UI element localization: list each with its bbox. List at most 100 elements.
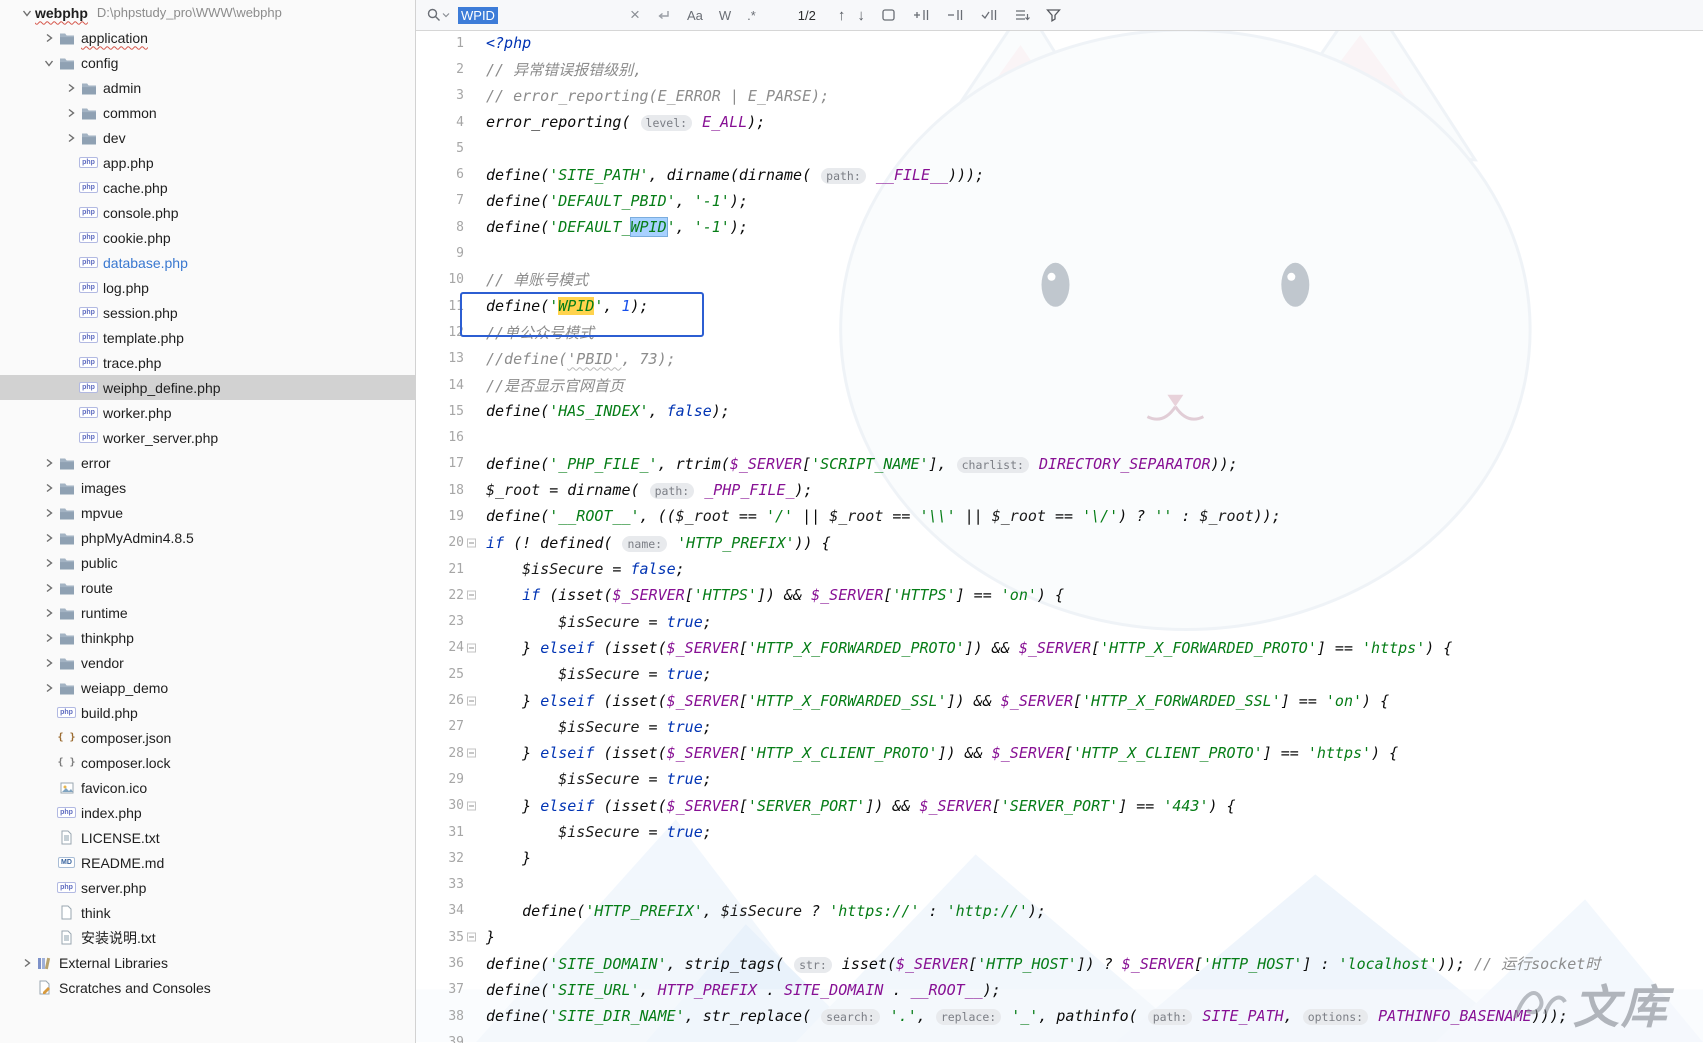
tree-item-runtime[interactable]: runtime bbox=[0, 600, 415, 625]
code-line-32[interactable]: 32 } bbox=[416, 845, 1703, 871]
code-line-3[interactable]: 3// error_reporting(E_ERROR | E_PARSE); bbox=[416, 83, 1703, 109]
tree-item-index-php[interactable]: phpindex.php bbox=[0, 800, 415, 825]
fold-marker-icon[interactable] bbox=[467, 538, 476, 547]
code-line-12[interactable]: 12//单公众号模式 bbox=[416, 319, 1703, 345]
tree-item-log-php[interactable]: phplog.php bbox=[0, 275, 415, 300]
select-all-occurrences-button[interactable] bbox=[980, 8, 998, 22]
remove-occurrence-button[interactable] bbox=[946, 8, 964, 22]
tree-item-worker-php[interactable]: phpworker.php bbox=[0, 400, 415, 425]
chevron-right-icon[interactable] bbox=[62, 82, 79, 94]
chevron-right-icon[interactable] bbox=[40, 582, 57, 594]
tree-item-readme-md[interactable]: MDREADME.md bbox=[0, 850, 415, 875]
tree-item-build-php[interactable]: phpbuild.php bbox=[0, 700, 415, 725]
fold-marker-icon[interactable] bbox=[467, 801, 476, 810]
tree-item-app-php[interactable]: phpapp.php bbox=[0, 150, 415, 175]
search-filter-icon[interactable] bbox=[1046, 8, 1061, 22]
fold-marker-icon[interactable] bbox=[467, 749, 476, 758]
chevron-right-icon[interactable] bbox=[62, 132, 79, 144]
tree-item-server-php[interactable]: phpserver.php bbox=[0, 875, 415, 900]
tree-item-config[interactable]: config bbox=[0, 50, 415, 75]
code-line-25[interactable]: 25 $isSecure = true; bbox=[416, 661, 1703, 687]
tree-item-weiapp-demo[interactable]: weiapp_demo bbox=[0, 675, 415, 700]
fold-marker-icon[interactable] bbox=[467, 696, 476, 705]
tree-item-安装说明-txt[interactable]: 安装说明.txt bbox=[0, 925, 415, 950]
fold-marker-icon[interactable] bbox=[467, 933, 476, 942]
tree-item-database-php[interactable]: phpdatabase.php bbox=[0, 250, 415, 275]
code-line-26[interactable]: 26 } elseif (isset($_SERVER['HTTP_X_FORW… bbox=[416, 687, 1703, 713]
chevron-right-icon[interactable] bbox=[40, 482, 57, 494]
code-line-38[interactable]: 38define('SITE_DIR_NAME', str_replace( s… bbox=[416, 1003, 1703, 1029]
code-line-8[interactable]: 8define('DEFAULT_WPID', '-1'); bbox=[416, 214, 1703, 240]
tree-item-license-txt[interactable]: LICENSE.txt bbox=[0, 825, 415, 850]
chevron-right-icon[interactable] bbox=[40, 557, 57, 569]
tree-item-external-libraries[interactable]: External Libraries bbox=[0, 950, 415, 975]
chevron-right-icon[interactable] bbox=[40, 457, 57, 469]
tree-item-thinkphp[interactable]: thinkphp bbox=[0, 625, 415, 650]
tree-item-error[interactable]: error bbox=[0, 450, 415, 475]
tree-item-worker-server-php[interactable]: phpworker_server.php bbox=[0, 425, 415, 450]
code-line-27[interactable]: 27 $isSecure = true; bbox=[416, 714, 1703, 740]
tree-item-session-php[interactable]: phpsession.php bbox=[0, 300, 415, 325]
code-line-29[interactable]: 29 $isSecure = true; bbox=[416, 766, 1703, 792]
code-line-31[interactable]: 31 $isSecure = true; bbox=[416, 819, 1703, 845]
code-line-10[interactable]: 10// 单账号模式 bbox=[416, 267, 1703, 293]
chevron-right-icon[interactable] bbox=[40, 32, 57, 44]
code-line-17[interactable]: 17define('_PHP_FILE_', rtrim($_SERVER['S… bbox=[416, 451, 1703, 477]
tree-item-think[interactable]: think bbox=[0, 900, 415, 925]
chevron-right-icon[interactable] bbox=[40, 657, 57, 669]
tree-item-console-php[interactable]: phpconsole.php bbox=[0, 200, 415, 225]
code-line-13[interactable]: 13//define('PBID', 73); bbox=[416, 346, 1703, 372]
tree-item-weiphp-define-php[interactable]: phpweiphp_define.php bbox=[0, 375, 415, 400]
code-line-2[interactable]: 2// 异常错误报错级别, bbox=[416, 56, 1703, 82]
tree-item-application[interactable]: application bbox=[0, 25, 415, 50]
chevron-right-icon[interactable] bbox=[18, 957, 35, 969]
code-line-22[interactable]: 22 if (isset($_SERVER['HTTPS']) && $_SER… bbox=[416, 582, 1703, 608]
chevron-right-icon[interactable] bbox=[40, 532, 57, 544]
tree-root[interactable]: webphp D:\phpstudy_pro\WWW\webphp bbox=[0, 0, 415, 25]
next-occurrence-button[interactable]: ↓ bbox=[857, 7, 865, 24]
tree-item-trace-php[interactable]: phptrace.php bbox=[0, 350, 415, 375]
tree-item-public[interactable]: public bbox=[0, 550, 415, 575]
chevron-right-icon[interactable] bbox=[40, 607, 57, 619]
code-line-21[interactable]: 21 $isSecure = false; bbox=[416, 556, 1703, 582]
search-icon[interactable] bbox=[426, 7, 450, 23]
chevron-right-icon[interactable] bbox=[40, 632, 57, 644]
code-line-11[interactable]: 11define('WPID', 1); bbox=[416, 293, 1703, 319]
tree-item-favicon-ico[interactable]: favicon.ico bbox=[0, 775, 415, 800]
code-line-14[interactable]: 14//是否显示官网首页 bbox=[416, 372, 1703, 398]
newline-icon[interactable] bbox=[656, 9, 671, 22]
code-line-36[interactable]: 36define('SITE_DOMAIN', strip_tags( str:… bbox=[416, 950, 1703, 976]
filter-lines-button[interactable] bbox=[1014, 8, 1030, 22]
tree-item-cache-php[interactable]: phpcache.php bbox=[0, 175, 415, 200]
code-line-33[interactable]: 33 bbox=[416, 872, 1703, 898]
tree-item-images[interactable]: images bbox=[0, 475, 415, 500]
code-line-20[interactable]: 20if (! defined( name: 'HTTP_PREFIX')) { bbox=[416, 530, 1703, 556]
code-line-4[interactable]: 4error_reporting( level: E_ALL); bbox=[416, 109, 1703, 135]
code-line-28[interactable]: 28 } elseif (isset($_SERVER['HTTP_X_CLIE… bbox=[416, 740, 1703, 766]
tree-item-route[interactable]: route bbox=[0, 575, 415, 600]
tree-item-dev[interactable]: dev bbox=[0, 125, 415, 150]
code-line-19[interactable]: 19define('__ROOT__', (($_root == '/' || … bbox=[416, 503, 1703, 529]
code-line-23[interactable]: 23 $isSecure = true; bbox=[416, 609, 1703, 635]
regex-button[interactable]: .* bbox=[747, 8, 756, 23]
tree-item-vendor[interactable]: vendor bbox=[0, 650, 415, 675]
code-line-35[interactable]: 35} bbox=[416, 924, 1703, 950]
code-line-18[interactable]: 18$_root = dirname( path: _PHP_FILE_); bbox=[416, 477, 1703, 503]
close-icon[interactable]: × bbox=[630, 5, 640, 25]
code-line-16[interactable]: 16 bbox=[416, 424, 1703, 450]
code-line-1[interactable]: 1<?php bbox=[416, 30, 1703, 56]
match-case-button[interactable]: Aa bbox=[687, 8, 703, 23]
tree-item-composer-json[interactable]: { }composer.json bbox=[0, 725, 415, 750]
chevron-right-icon[interactable] bbox=[62, 107, 79, 119]
words-button[interactable]: W bbox=[719, 8, 731, 23]
fold-marker-icon[interactable] bbox=[467, 591, 476, 600]
tree-item-mpvue[interactable]: mpvue bbox=[0, 500, 415, 525]
fold-marker-icon[interactable] bbox=[467, 643, 476, 652]
previous-occurrence-button[interactable]: ↑ bbox=[838, 7, 846, 24]
code-line-37[interactable]: 37define('SITE_URL', HTTP_PREFIX . SITE_… bbox=[416, 977, 1703, 1003]
chevron-down-icon[interactable] bbox=[40, 57, 57, 69]
code-line-5[interactable]: 5 bbox=[416, 135, 1703, 161]
tree-item-phpmyadmin4-8-5[interactable]: phpMyAdmin4.8.5 bbox=[0, 525, 415, 550]
code-line-39[interactable]: 39 bbox=[416, 1029, 1703, 1043]
tree-item-composer-lock[interactable]: { }composer.lock bbox=[0, 750, 415, 775]
